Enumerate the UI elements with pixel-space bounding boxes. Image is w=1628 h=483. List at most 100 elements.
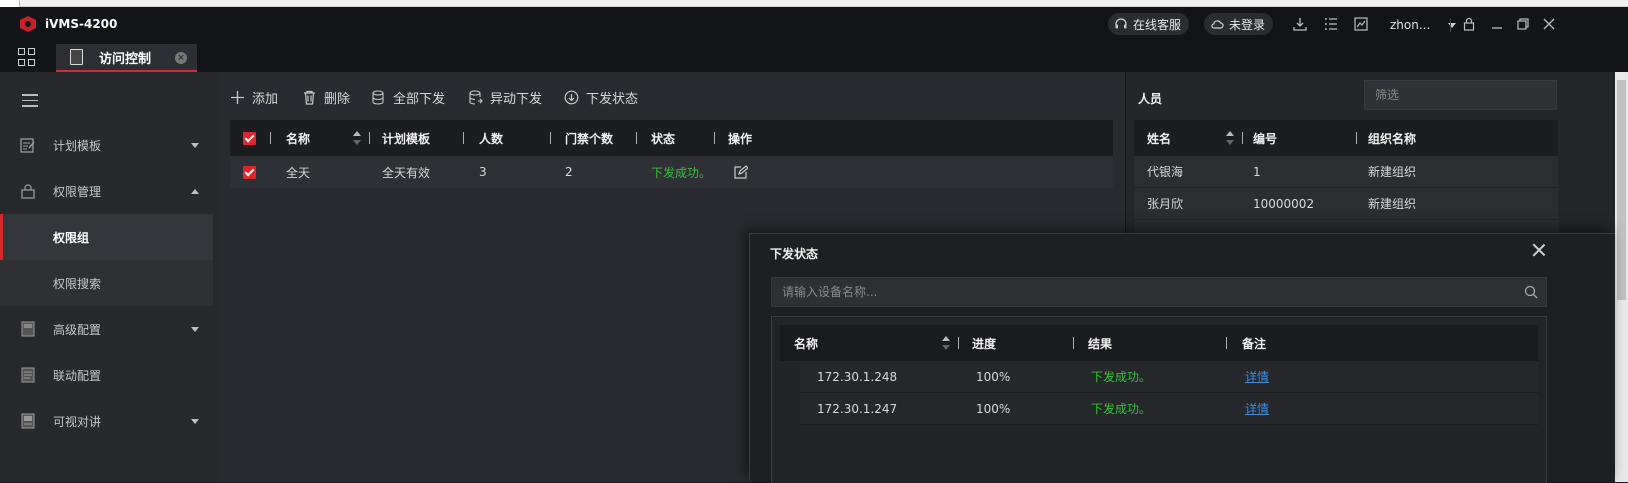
table-header: 姓名 编号 组织名称 [1134, 120, 1558, 156]
device-search-input[interactable] [772, 278, 1512, 306]
push-status-label: 下发状态 [586, 92, 639, 107]
table-row[interactable]: 代银海 1 新建组织 [1134, 156, 1558, 188]
edit-icon[interactable] [734, 165, 748, 179]
outer-scrollbar[interactable] [1615, 72, 1628, 482]
search-icon[interactable] [1524, 285, 1538, 299]
tab-access-control[interactable]: 访问控制 × [56, 44, 197, 72]
person-id: 10000002 [1253, 196, 1315, 211]
column-header-person-id[interactable]: 编号 [1253, 120, 1277, 156]
device-name: 172.30.1.247 [817, 401, 898, 416]
column-separator [1242, 132, 1243, 144]
lock-icon[interactable] [1460, 15, 1478, 33]
column-separator [1356, 132, 1357, 144]
sort-icon[interactable] [942, 336, 950, 350]
person-id: 1 [1253, 164, 1261, 179]
app-logo-icon [20, 16, 36, 32]
person-org: 新建组织 [1368, 165, 1417, 179]
apps-grid-icon[interactable] [18, 48, 36, 66]
column-separator [958, 337, 959, 349]
details-link[interactable]: 详情 [1245, 393, 1269, 424]
window-strip-tab[interactable] [0, 0, 20, 7]
scrollbar-thumb[interactable] [1617, 80, 1626, 300]
column-header-template[interactable]: 计划模板 [382, 120, 430, 156]
column-header-note[interactable]: 备注 [1242, 325, 1266, 361]
door-icon [70, 49, 83, 65]
column-header-progress[interactable]: 进度 [972, 325, 996, 361]
app-title: iVMS-4200 [45, 17, 118, 31]
restore-icon[interactable] [1514, 15, 1532, 33]
dialog-title: 下发状态 [770, 247, 819, 261]
sidebar-item-permission-group[interactable]: 权限组 [0, 214, 213, 260]
delete-button[interactable]: 删除 [302, 88, 350, 107]
push-status-button[interactable]: 下发状态 [564, 88, 638, 107]
table-row[interactable]: 172.30.1.248 100% 下发成功。 详情 [800, 361, 1538, 393]
row-doors: 2 [565, 165, 573, 179]
online-support-button[interactable]: 在线客服 [1108, 13, 1190, 35]
close-icon[interactable] [1531, 242, 1547, 258]
person-name: 代银海 [1147, 165, 1184, 179]
calendar-edit-icon [20, 138, 35, 153]
people-filter-input[interactable]: 筛选 [1364, 80, 1557, 110]
headset-icon [1115, 18, 1127, 29]
column-header-result[interactable]: 结果 [1088, 325, 1112, 361]
column-header-people[interactable]: 人数 [479, 120, 503, 156]
sidebar: 计划模板 权限管理 权限组 权限搜索 高级配置 联动配置 可视对讲 [0, 72, 220, 482]
row-people: 3 [479, 165, 487, 179]
delete-label: 删除 [324, 92, 351, 107]
column-header-doors[interactable]: 门禁个数 [565, 120, 613, 156]
column-header-device-name[interactable]: 名称 [794, 325, 818, 361]
people-panel-title: 人员 [1138, 92, 1163, 106]
row-checkbox[interactable] [243, 165, 256, 179]
task-list-icon[interactable] [1322, 15, 1340, 33]
download-circle-icon [564, 90, 579, 105]
device-result: 下发成功。 [1091, 370, 1152, 384]
module-tab-bar: 访问控制 × [0, 38, 1628, 72]
chevron-down-icon [191, 418, 199, 424]
add-button[interactable]: 添加 [230, 88, 278, 107]
sidebar-item-permission-management[interactable]: 权限管理 [0, 168, 220, 214]
sidebar-item-permission-search[interactable]: 权限搜索 [0, 260, 213, 306]
person-name: 张月欣 [1147, 197, 1184, 211]
sidebar-item-label: 权限搜索 [53, 276, 102, 291]
menu-collapse-icon[interactable] [22, 94, 38, 111]
chevron-down-icon [191, 326, 199, 332]
sidebar-item-advanced-config[interactable]: 高级配置 [0, 306, 220, 352]
table-row[interactable]: 全天 全天有效 3 2 下发成功。 [230, 156, 1113, 188]
window-strip [0, 0, 1628, 7]
table-row[interactable]: 172.30.1.247 100% 下发成功。 详情 [800, 393, 1538, 425]
login-status-label: 未登录 [1229, 17, 1266, 32]
sidebar-item-label: 计划模板 [53, 138, 102, 153]
user-name[interactable]: zhon... [1390, 18, 1430, 32]
sidebar-item-linkage-config[interactable]: 联动配置 [0, 352, 220, 398]
sidebar-item-label: 联动配置 [53, 368, 102, 383]
online-support-label: 在线客服 [1133, 17, 1182, 32]
sidebar-item-label: 权限组 [53, 230, 90, 245]
column-header-person-name[interactable]: 姓名 [1147, 120, 1171, 156]
minimize-icon[interactable] [1488, 15, 1506, 33]
select-all-checkbox[interactable] [243, 131, 256, 145]
column-header-status[interactable]: 状态 [651, 120, 675, 156]
column-separator [1073, 337, 1074, 349]
sort-icon[interactable] [1226, 131, 1234, 145]
column-header-name[interactable]: 名称 [286, 120, 310, 156]
push-all-button[interactable]: 全部下发 [371, 88, 445, 107]
download-icon[interactable] [1291, 15, 1309, 33]
column-separator [714, 132, 715, 144]
close-window-icon[interactable] [1540, 15, 1558, 33]
column-separator [636, 132, 637, 144]
sort-icon[interactable] [353, 131, 361, 145]
lock-icon [21, 184, 35, 199]
sidebar-item-label: 权限管理 [53, 184, 102, 199]
sidebar-item-video-intercom[interactable]: 可视对讲 [0, 398, 220, 444]
device-name: 172.30.1.248 [817, 369, 898, 384]
row-status: 下发成功。 [651, 165, 712, 180]
details-link[interactable]: 详情 [1245, 361, 1269, 392]
push-changed-button[interactable]: 异动下发 [468, 88, 542, 107]
column-header-org[interactable]: 组织名称 [1368, 120, 1416, 156]
tab-close-icon[interactable]: × [175, 52, 187, 64]
table-row[interactable]: 张月欣 10000002 新建组织 [1134, 188, 1558, 220]
settings-icon [21, 321, 35, 337]
sidebar-item-schedule-template[interactable]: 计划模板 [0, 122, 220, 168]
login-status-button[interactable]: 未登录 [1204, 13, 1274, 35]
monitor-stats-icon[interactable] [1352, 15, 1370, 33]
